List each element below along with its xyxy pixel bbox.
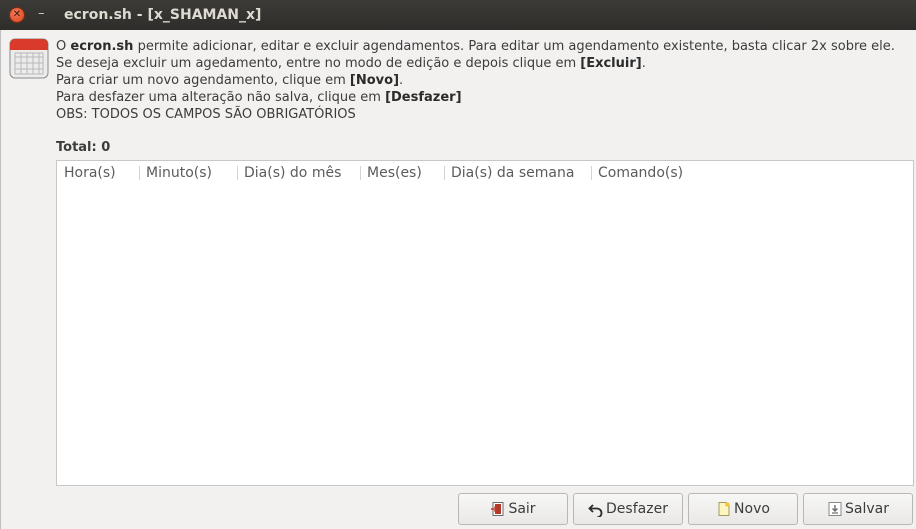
instructions-line-5: OBS: TODOS OS CAMPOS SÃO OBRIGATÓRIOS bbox=[56, 107, 356, 122]
new-document-icon bbox=[716, 501, 732, 517]
desfazer-button-label: Desfazer bbox=[606, 501, 668, 517]
instructions-text-segment: Para desfazer uma alteração não salva, c… bbox=[56, 90, 386, 105]
instructions-text-segment: Para criar um novo agendamento, clique e… bbox=[56, 73, 350, 88]
novo-reference: [Novo] bbox=[349, 73, 400, 88]
sair-button[interactable]: Sair bbox=[458, 493, 568, 525]
column-separator bbox=[360, 166, 361, 180]
instructions-text: O ecron.sh permite adicionar, editar e e… bbox=[56, 38, 895, 123]
column-header-mes[interactable]: Mes(es) bbox=[367, 165, 422, 181]
instructions-text-segment: . bbox=[641, 56, 646, 71]
desfazer-button[interactable]: Desfazer bbox=[573, 493, 683, 525]
schedule-table[interactable]: Hora(s) Minuto(s) Dia(s) do mês Mes(es) … bbox=[56, 160, 914, 486]
sair-button-label: Sair bbox=[508, 501, 536, 517]
column-header-minuto[interactable]: Minuto(s) bbox=[146, 165, 212, 181]
column-separator bbox=[237, 166, 238, 180]
column-header-dia-mes[interactable]: Dia(s) do mês bbox=[244, 165, 341, 181]
minimize-window-button[interactable]: – bbox=[38, 6, 45, 21]
salvar-button[interactable]: Salvar bbox=[803, 493, 913, 525]
instructions-text-segment: Se deseja excluir um agedamento, entre n… bbox=[56, 56, 581, 71]
desfazer-reference: [Desfazer] bbox=[385, 90, 462, 105]
column-header-hora[interactable]: Hora(s) bbox=[64, 165, 116, 181]
exit-door-icon bbox=[490, 501, 506, 517]
instructions-text-segment: permite adicionar, editar e excluir agen… bbox=[133, 39, 895, 54]
instructions-line-3: Para criar um novo agendamento, clique e… bbox=[56, 72, 895, 89]
save-download-icon bbox=[827, 501, 843, 517]
novo-button-label: Novo bbox=[734, 501, 770, 517]
close-window-button[interactable]: ✕ bbox=[10, 8, 24, 22]
window-title: ecron.sh - [x_SHAMAN_x] bbox=[64, 7, 262, 23]
column-separator bbox=[444, 166, 445, 180]
salvar-button-label: Salvar bbox=[845, 501, 889, 517]
table-header: Hora(s) Minuto(s) Dia(s) do mês Mes(es) … bbox=[57, 161, 913, 185]
instructions-text-segment: . bbox=[399, 73, 404, 88]
column-separator bbox=[591, 166, 592, 180]
instructions-line-2: Se deseja excluir um agedamento, entre n… bbox=[56, 55, 895, 72]
undo-arrow-icon bbox=[588, 501, 604, 517]
column-header-dia-semana[interactable]: Dia(s) da semana bbox=[451, 165, 574, 181]
instructions-line-1: O ecron.sh permite adicionar, editar e e… bbox=[56, 38, 895, 55]
total-count-label: Total: 0 bbox=[56, 140, 111, 155]
window-body: O ecron.sh permite adicionar, editar e e… bbox=[0, 30, 916, 529]
column-separator bbox=[139, 166, 140, 180]
novo-button[interactable]: Novo bbox=[688, 493, 798, 525]
app-name: ecron.sh bbox=[70, 39, 134, 54]
window-titlebar: ✕ – ecron.sh - [x_SHAMAN_x] bbox=[0, 0, 916, 30]
excluir-reference: [Excluir] bbox=[580, 56, 642, 71]
instructions-line-4: Para desfazer uma alteração não salva, c… bbox=[56, 89, 895, 106]
calendar-icon bbox=[9, 37, 49, 79]
column-header-comando[interactable]: Comando(s) bbox=[598, 165, 683, 181]
instructions-text-segment: O bbox=[56, 39, 71, 54]
